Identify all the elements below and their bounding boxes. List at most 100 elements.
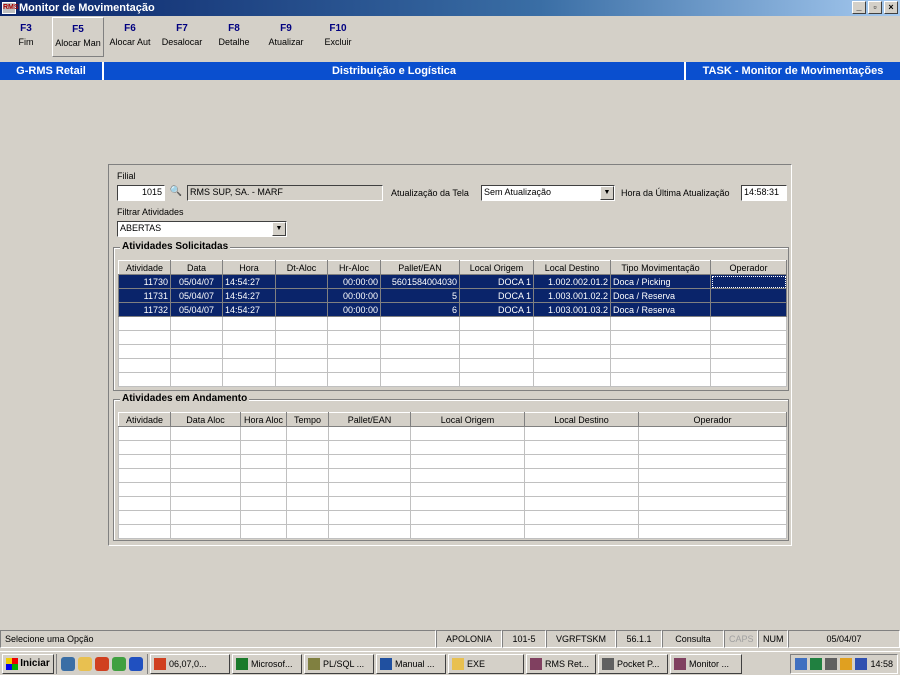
col-atividade[interactable]: Atividade <box>118 260 171 275</box>
banner-product: G-RMS Retail <box>0 62 104 80</box>
ie-icon[interactable] <box>61 656 75 671</box>
status-code: 101-5 <box>502 630 546 648</box>
window-title: Monitor de Movimentação <box>19 2 155 14</box>
system-tray: 14:58 <box>790 653 898 674</box>
col-local-origem[interactable]: Local Origem <box>410 412 525 427</box>
close-button[interactable]: × <box>884 1 898 14</box>
col-hr-aloc[interactable]: Hr-Aloc <box>327 260 381 275</box>
empty-row[interactable] <box>118 372 787 387</box>
clock[interactable]: 14:58 <box>870 659 893 669</box>
col-atividade[interactable]: Atividade <box>118 412 171 427</box>
task-button[interactable]: PL/SQL ... <box>304 653 374 674</box>
filial-code-field[interactable]: 1015 <box>117 185 165 201</box>
status-caps: CAPS <box>724 630 758 648</box>
folder-icon[interactable] <box>78 656 92 671</box>
hora-label: Hora da Última Atualização <box>621 188 730 198</box>
minimize-button[interactable]: _ <box>852 1 866 14</box>
empty-row[interactable] <box>118 344 787 359</box>
filial-name-field: RMS SUP, SA. - MARF <box>187 185 383 201</box>
status-num: NUM <box>758 630 788 648</box>
tray-icon[interactable] <box>810 657 823 670</box>
fkey-f3-fim[interactable]: F3 Fim <box>0 17 52 57</box>
filtrar-select[interactable]: ABERTAS ▼ <box>117 221 287 237</box>
start-button[interactable]: Iniciar <box>2 653 54 674</box>
col-operador[interactable]: Operador <box>710 260 787 275</box>
col-tempo[interactable]: Tempo <box>286 412 329 427</box>
fkey-f8-detalhe[interactable]: F8 Detalhe <box>208 17 260 57</box>
col-data-aloc[interactable]: Data Aloc <box>170 412 241 427</box>
operador-cell-focused[interactable] <box>710 274 787 289</box>
col-hora[interactable]: Hora <box>222 260 276 275</box>
table-row[interactable]: 11732 05/04/07 14:54:27 00:00:00 6 DOCA 1 1.0… <box>118 302 787 317</box>
empty-row[interactable] <box>118 358 787 373</box>
col-local-destino[interactable]: Local Destino <box>533 260 611 275</box>
col-pallet[interactable]: Pallet/EAN <box>328 412 411 427</box>
empty-row[interactable] <box>118 454 787 469</box>
empty-row[interactable] <box>118 330 787 345</box>
plsql-icon <box>308 657 320 670</box>
empty-row[interactable] <box>118 426 787 441</box>
tray-icon[interactable] <box>855 657 868 670</box>
banner-module: Distribuição e Logística <box>331 65 457 77</box>
empty-row[interactable] <box>118 440 787 455</box>
word-icon <box>380 657 392 670</box>
task-button[interactable]: RMS Ret... <box>526 653 596 674</box>
task-button[interactable]: Pocket P... <box>598 653 668 674</box>
empty-row[interactable] <box>118 482 787 497</box>
col-local-origem[interactable]: Local Origem <box>459 260 534 275</box>
status-user: VGRFTSKM <box>546 630 616 648</box>
tray-icon[interactable] <box>825 657 838 670</box>
solicitadas-group: Atividades Solicitadas Atividade Data Ho… <box>113 241 789 391</box>
empty-row[interactable] <box>118 496 787 511</box>
excel-icon <box>236 657 248 670</box>
app-icon[interactable] <box>95 656 109 671</box>
app-icon[interactable] <box>112 656 126 671</box>
banner-screen: TASK - Monitor de Movimentações <box>684 62 900 80</box>
task-button[interactable]: Monitor ... <box>670 653 742 674</box>
table-row[interactable]: 11730 05/04/07 14:54:27 00:00:00 5601584004… <box>118 274 787 289</box>
network-icon[interactable] <box>795 657 808 670</box>
app-icon[interactable] <box>129 656 143 671</box>
atualizacao-select[interactable]: Sem Atualização ▼ <box>481 185 615 201</box>
atualizacao-label: Atualização da Tela <box>391 188 469 198</box>
chevron-down-icon[interactable]: ▼ <box>272 222 286 236</box>
fkey-f9-atualizar[interactable]: F9 Atualizar <box>260 17 312 57</box>
col-hora-aloc[interactable]: Hora Aloc <box>240 412 287 427</box>
task-button[interactable]: Manual ... <box>376 653 446 674</box>
rms-icon <box>674 657 686 670</box>
pocket-icon <box>602 657 614 670</box>
andamento-table: Atividade Data Aloc Hora Aloc Tempo Pall… <box>118 412 787 539</box>
col-tipo-movimentacao[interactable]: Tipo Movimentação <box>610 260 711 275</box>
status-message: Selecione uma Opção <box>0 630 436 648</box>
fkey-f6-alocar-aut[interactable]: F6 Alocar Aut <box>104 17 156 57</box>
empty-row[interactable] <box>118 510 787 525</box>
col-data[interactable]: Data <box>170 260 223 275</box>
empty-row[interactable] <box>118 468 787 483</box>
col-dt-aloc[interactable]: Dt-Aloc <box>275 260 328 275</box>
col-local-destino[interactable]: Local Destino <box>524 412 639 427</box>
window-titlebar[interactable]: RMS Monitor de Movimentação _ ▫ × <box>0 0 900 16</box>
task-button[interactable]: EXE <box>448 653 524 674</box>
tray-icon[interactable] <box>840 657 853 670</box>
col-operador[interactable]: Operador <box>638 412 787 427</box>
andamento-title: Atividades em Andamento <box>120 393 250 404</box>
windows-flag-icon <box>6 657 19 670</box>
task-button[interactable]: 06,07,0... <box>150 653 230 674</box>
table-row[interactable]: 11731 05/04/07 14:54:27 00:00:00 5 DOCA 1 1.0… <box>118 288 787 303</box>
solicitadas-header: Atividade Data Hora Dt-Aloc Hr-Aloc Pall… <box>118 260 787 275</box>
fkey-f5-alocar-man[interactable]: F5 Alocar Man <box>52 17 104 57</box>
maximize-button[interactable]: ▫ <box>868 1 882 14</box>
rms-icon <box>530 657 542 670</box>
filtrar-label: Filtrar Atividades <box>117 207 184 217</box>
col-pallet[interactable]: Pallet/EAN <box>380 260 460 275</box>
main-panel: Filial 1015 🔍 RMS SUP, SA. - MARF Atuali… <box>108 164 792 546</box>
folder-icon <box>452 657 464 670</box>
fkey-f10-excluir[interactable]: F10 Excluir <box>312 17 364 57</box>
chevron-down-icon[interactable]: ▼ <box>600 186 614 200</box>
empty-row[interactable] <box>118 524 787 539</box>
empty-row[interactable] <box>118 316 787 331</box>
binoculars-icon[interactable]: 🔍 <box>167 185 185 201</box>
fkey-f7-desalocar[interactable]: F7 Desalocar <box>156 17 208 57</box>
status-server: APOLONIA <box>436 630 502 648</box>
task-button[interactable]: Microsof... <box>232 653 302 674</box>
